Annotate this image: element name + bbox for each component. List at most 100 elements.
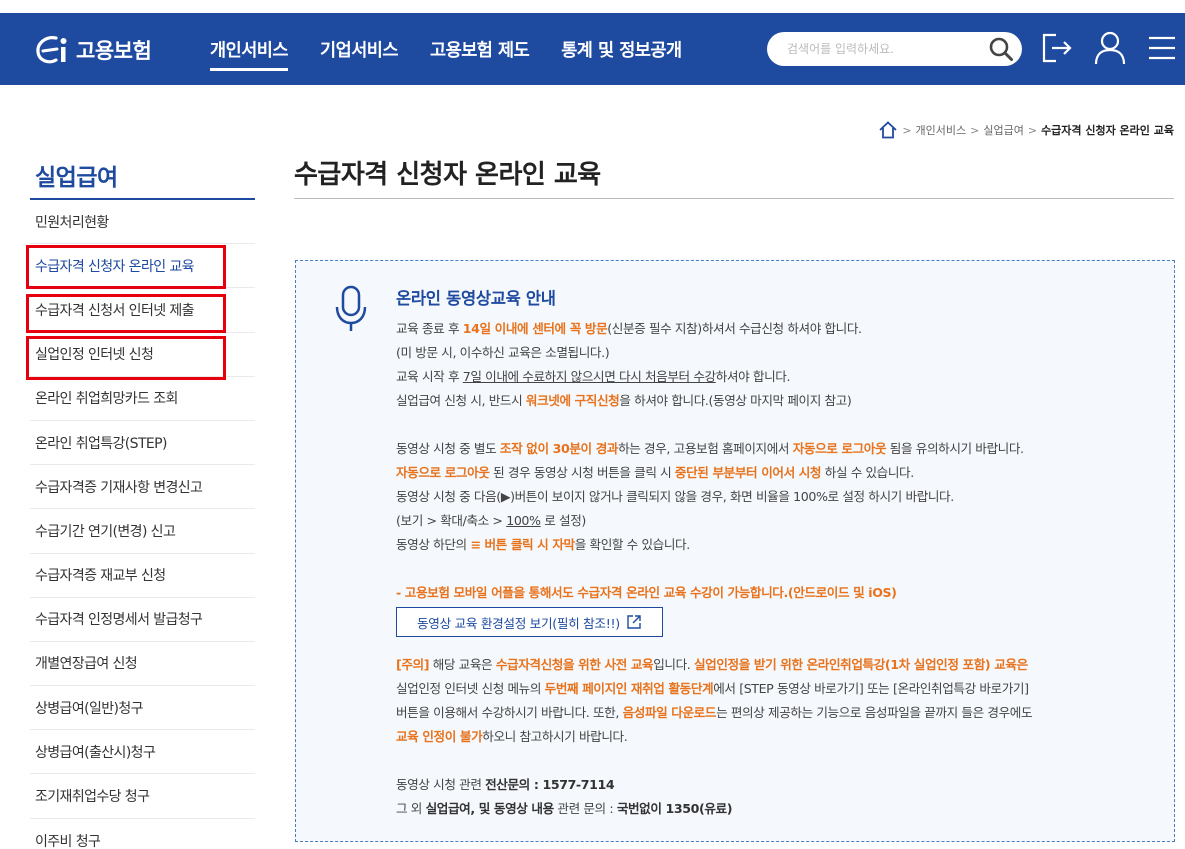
- sidebar-item-extended-benefit[interactable]: 개별연장급여 신청: [30, 642, 255, 687]
- info-line: 동영상 하단의 ≡ 버튼 클릭 시 자막을 확인할 수 있습니다.: [396, 533, 1166, 557]
- contact-phone: 전산문의 : 1577-7114: [485, 777, 615, 792]
- highlight-box: [26, 336, 226, 380]
- emphasis-text: 14일 이내에 센터에 꼭 방문: [462, 321, 608, 336]
- text: 을 확인할 수 있습니다.: [574, 537, 690, 552]
- env-settings-button[interactable]: 동영상 교육 환경설정 보기(필히 참조!!): [396, 607, 663, 637]
- sidebar-item-period-extension[interactable]: 수급기간 연기(변경) 신고: [30, 509, 255, 554]
- info-line: 동영상 시청 관련 전산문의 : 1577-7114: [396, 773, 1166, 797]
- notice-label: [주의]: [396, 657, 430, 672]
- text: 실업인정 인터넷 신청 메뉴의: [396, 681, 545, 696]
- nav-insurance-system[interactable]: 고용보험 제도: [430, 37, 530, 71]
- info-line: 그 외 실업급여, 및 동영상 내용 관련 문의 : 국번없이 1350(유료): [396, 797, 1166, 821]
- info-line: 실업인정 인터넷 신청 메뉴의 두번째 페이지인 재취업 활동단계에서 [STE…: [396, 677, 1166, 701]
- info-line: (보기 > 확대/축소 > 100% 로 설정): [396, 509, 1166, 533]
- microphone-icon: [335, 285, 367, 331]
- text: 하는 경우, 고용보험 홈페이지에서: [618, 441, 793, 456]
- breadcrumb: > 개인서비스 > 실업급여 > 수급자격 신청자 온라인 교육: [878, 121, 1174, 139]
- info-line: 동영상 시청 중 다음(▶)버튼이 보이지 않거나 클릭되지 않을 경우, 화면…: [396, 489, 954, 504]
- text: 동영상 하단의: [396, 537, 471, 552]
- emphasis-text: 자동으로 로그아웃: [396, 465, 490, 480]
- emphasis-text: 음성파일 다운로드: [622, 705, 717, 720]
- text: 교육 시작 후: [396, 369, 463, 384]
- emphasis-text: 실업인정을 받기 위한 온라인취업특강(1차 실업인정 포함) 교육은: [693, 657, 1028, 672]
- main-nav: 개인서비스 기업서비스 고용보험 제도 통계 및 정보공개: [210, 37, 714, 71]
- text: 하오니 참고하시기 바랍니다.: [482, 729, 628, 744]
- text: 는 편의상 제공하는 기능으로 음성파일을 끝까지 들은 경우에도: [716, 705, 1033, 720]
- nav-business-service[interactable]: 기업서비스: [320, 37, 399, 71]
- text: 동영상 시청 관련: [396, 777, 486, 792]
- underlined-text: 100%: [506, 513, 541, 528]
- sidebar-item-certificate-reissue[interactable]: 수급자격증 재교부 신청: [30, 554, 255, 598]
- text: 로 설정): [540, 513, 586, 528]
- sidebar-item-certificate-change[interactable]: 수급자격증 기재사항 변경신고: [30, 465, 255, 510]
- breadcrumb-separator: >: [1027, 123, 1038, 137]
- emphasis-text: ≡ 버튼 클릭 시 자막: [470, 537, 575, 552]
- info-box: 온라인 동영상교육 안내 교육 종료 후 14일 이내에 센터에 꼭 방문(신분…: [295, 260, 1175, 842]
- sidebar-item-sickness-childbirth[interactable]: 상병급여(출산시)청구: [30, 730, 255, 775]
- sidebar-item-relocation[interactable]: 이주비 청구: [30, 819, 255, 849]
- info-line: 교육 시작 후 7일 이내에 수료하지 않으시면 다시 처음부터 수강하셔야 합…: [396, 365, 1166, 389]
- menu-icon[interactable]: [1145, 30, 1179, 66]
- text: 된 경우 동영상 시청 버튼을 클릭 시: [489, 465, 675, 480]
- breadcrumb-personal-service[interactable]: 개인서비스: [916, 122, 967, 138]
- info-line: 교육 종료 후 14일 이내에 센터에 꼭 방문(신분증 필수 지참)하셔서 수…: [396, 317, 1166, 341]
- sidebar-item-complaint-status[interactable]: 민원처리현황: [30, 200, 255, 245]
- text: 실업급여 신청 시, 반드시: [396, 393, 526, 408]
- home-icon[interactable]: [878, 121, 898, 139]
- info-line: 교육 인정이 불가하오니 참고하시기 바랍니다.: [396, 725, 1166, 749]
- env-settings-label: 동영상 교육 환경설정 보기(필히 참조!!): [417, 615, 620, 631]
- title-divider: [294, 198, 1174, 199]
- page-title: 수급자격 신청자 온라인 교육: [294, 160, 601, 190]
- highlight-box: [26, 294, 226, 333]
- emphasis-text: 두번째 페이지인 재취업 활동단계: [544, 681, 714, 696]
- search-input[interactable]: [767, 32, 967, 66]
- logo-text: 고용보험: [76, 39, 152, 63]
- text: (신분증 필수 지참)하셔서 수급신청 하셔야 합니다.: [607, 321, 862, 336]
- emphasis-text: 수급자격신청을 위한 사전 교육: [495, 657, 654, 672]
- sidebar-item-step-lecture[interactable]: 온라인 취업특강(STEP): [30, 421, 255, 466]
- sidebar-item-sickness-general[interactable]: 상병급여(일반)청구: [30, 686, 255, 731]
- text: 해당 교육은: [429, 657, 496, 672]
- env-button-row: 동영상 교육 환경설정 보기(필히 참조!!): [396, 605, 1166, 643]
- text: 됨을 유의하시기 바랍니다.: [886, 441, 1024, 456]
- emphasis-text: 중단된 부분부터 이어서 시청: [674, 465, 822, 480]
- global-header: 고용보험 개인서비스 기업서비스 고용보험 제도 통계 및 정보공개: [0, 13, 1185, 85]
- sidebar-item-job-card[interactable]: 온라인 취업희망카드 조회: [30, 377, 255, 421]
- mobile-app-note: - 고용보험 모바일 어플을 통해서도 수급자격 온라인 교육 수강이 가능합니…: [396, 585, 897, 600]
- text: 하셔야 합니다.: [715, 369, 791, 384]
- emphasis-text: 교육 인정이 불가: [396, 729, 483, 744]
- external-link-icon: [627, 615, 641, 629]
- search-icon[interactable]: [988, 36, 1014, 62]
- breadcrumb-current: 수급자격 신청자 온라인 교육: [1041, 124, 1174, 137]
- box-title: 온라인 동영상교육 안내: [396, 289, 556, 308]
- text: 교육 종료 후: [396, 321, 463, 336]
- info-line: (미 방문 시, 이수하신 교육은 소멸됩니다.): [396, 345, 610, 360]
- text: (보기 > 확대/축소 >: [396, 513, 507, 528]
- sidebar-title: 실업급여: [35, 165, 118, 191]
- user-icon[interactable]: [1093, 30, 1127, 66]
- info-line: [주의] 해당 교육은 수급자격신청을 위한 사전 교육입니다. 실업인정을 받…: [396, 653, 1166, 677]
- emphasis-text: 자동으로 로그아웃: [792, 441, 887, 456]
- nav-statistics[interactable]: 통계 및 정보공개: [561, 37, 682, 71]
- info-line: 버튼을 이용해서 수강하시기 바랍니다. 또한, 음성파일 다운로드는 편의상 …: [396, 701, 1166, 725]
- bold-text: 실업급여, 및 동영상 내용: [425, 801, 555, 816]
- breadcrumb-unemployment-benefit[interactable]: 실업급여: [983, 122, 1023, 138]
- sidebar-item-early-reemployment[interactable]: 조기재취업수당 청구: [30, 774, 255, 819]
- info-line: 동영상 시청 중 별도 조작 없이 30분이 경과하는 경우, 고용보험 홈페이…: [396, 437, 1166, 461]
- text: 에서 [STEP 동영상 바로가기] 또는 [온라인취업특강 바로가기]: [713, 681, 1029, 696]
- nav-personal-service[interactable]: 개인서비스: [210, 37, 289, 71]
- text: 을 하셔야 합니다.(동영상 마지막 페이지 참고): [619, 393, 852, 408]
- emphasis-text: 워크넷에 구직신청: [525, 393, 620, 408]
- sidebar-item-statement-request[interactable]: 수급자격 인정명세서 발급청구: [30, 598, 255, 642]
- search-box: [767, 32, 1022, 66]
- text: 버튼을 이용해서 수강하시기 바랍니다. 또한,: [396, 705, 623, 720]
- text: 관련 문의 :: [553, 801, 617, 816]
- site-logo[interactable]: 고용보험: [34, 34, 152, 66]
- login-icon[interactable]: [1040, 30, 1074, 66]
- info-line: 실업급여 신청 시, 반드시 워크넷에 구직신청을 하셔야 합니다.(동영상 마…: [396, 389, 1166, 413]
- highlight-box: [26, 245, 226, 289]
